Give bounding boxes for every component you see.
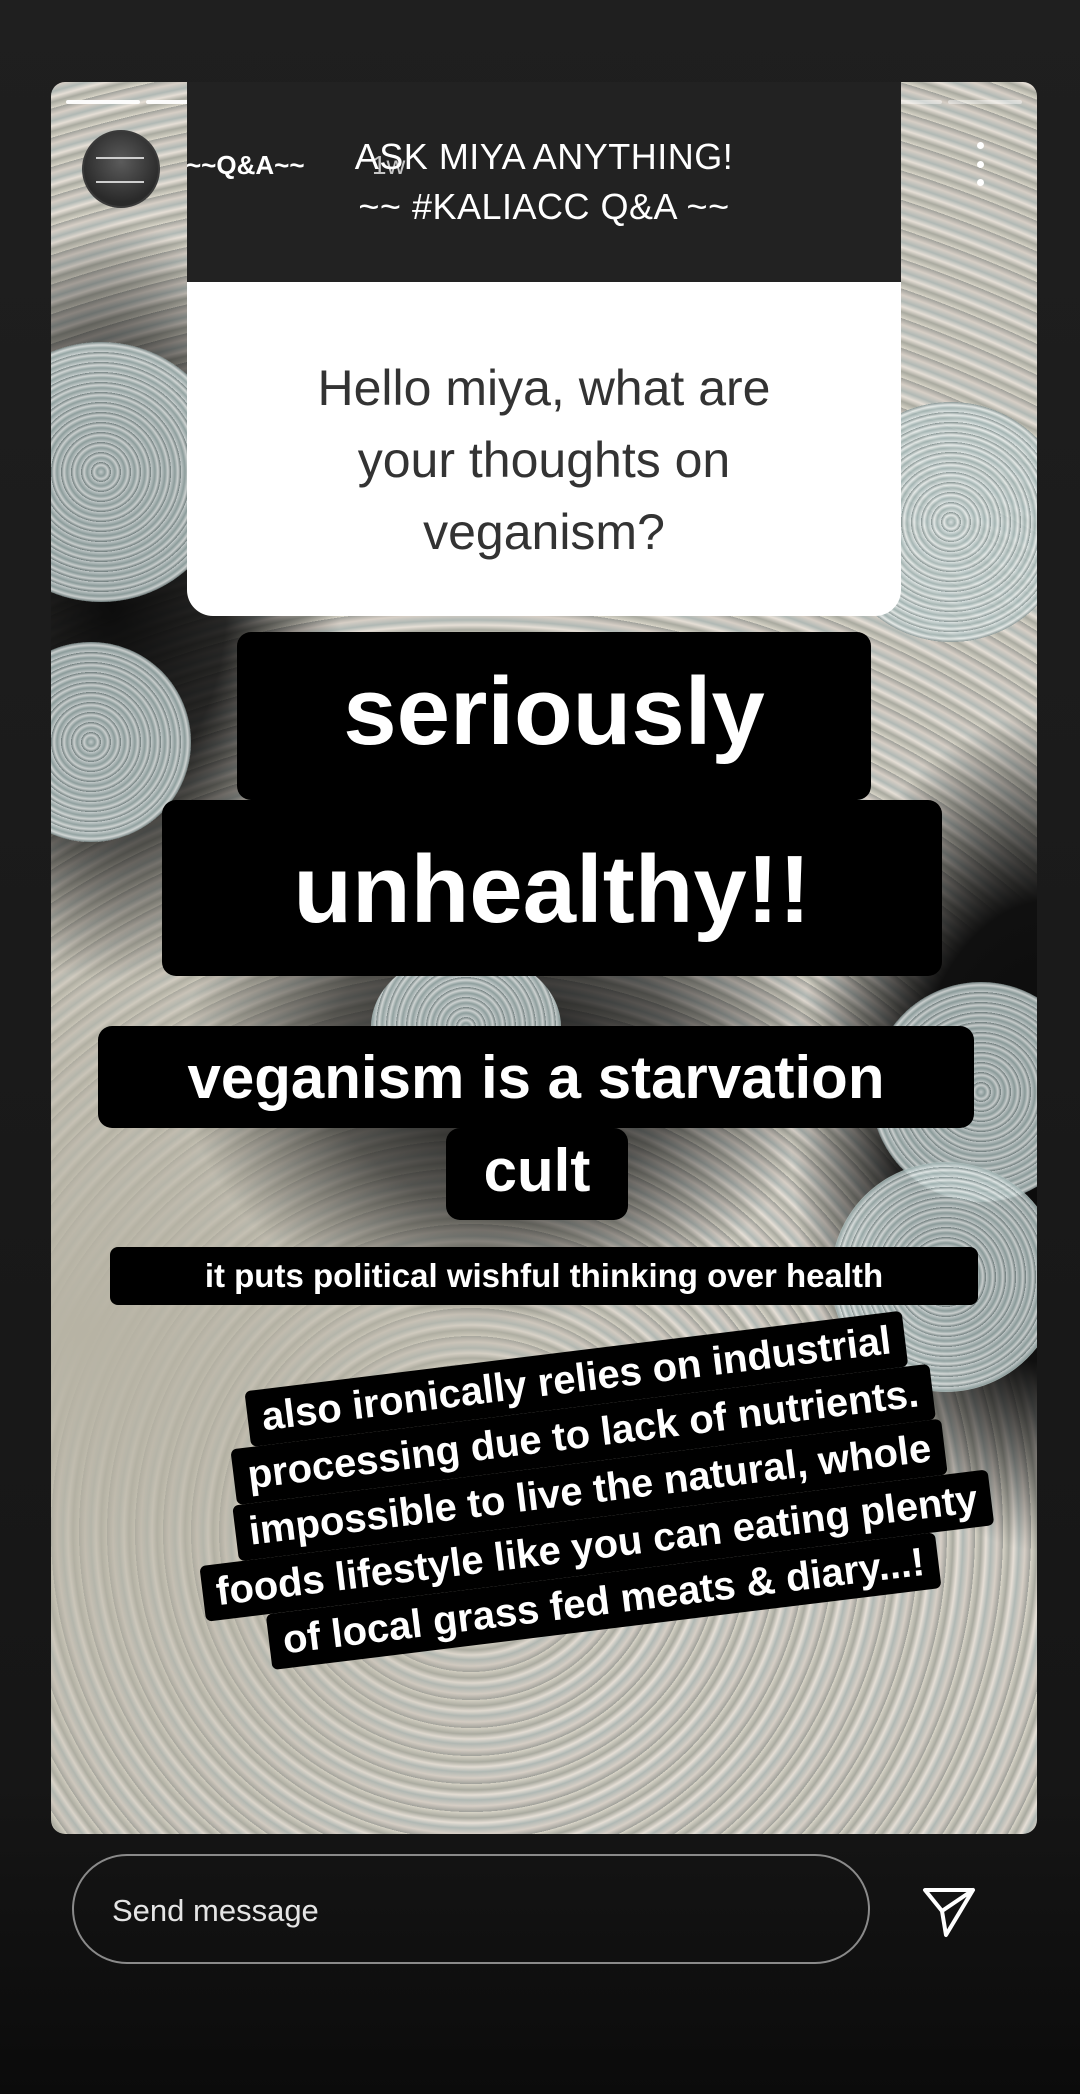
question-text-line: veganism? — [423, 504, 665, 560]
answer-text-line: veganism is a starvation — [98, 1026, 974, 1128]
send-message-field[interactable] — [72, 1854, 870, 1964]
answer-text-line: cult — [446, 1128, 628, 1220]
question-text-line: your thoughts on — [357, 432, 731, 488]
avatar-image — [96, 157, 144, 183]
progress-segment — [947, 100, 1023, 104]
story-timestamp: 1w — [372, 150, 406, 180]
story-screen: ~~Q&A~~ 1w ASK MIYA ANYTHING! ~~ #KALIAC… — [0, 0, 1080, 2094]
question-text-line: Hello miya, what are — [317, 360, 771, 416]
more-vertical-icon[interactable] — [960, 142, 1000, 186]
answer-text-line: seriously — [237, 632, 871, 800]
send-icon[interactable] — [920, 1882, 978, 1940]
story-username[interactable]: ~~Q&A~~ — [186, 150, 305, 181]
question-body: Hello miya, what are your thoughts on ve… — [187, 282, 901, 616]
question-header-line: ~~ #KALIACC Q&A ~~ — [358, 186, 730, 227]
answer-text-line: it puts political wishful thinking over … — [110, 1247, 978, 1305]
progress-segment — [66, 100, 141, 104]
question-header: ASK MIYA ANYTHING! ~~ #KALIACC Q&A ~~ — [187, 82, 901, 282]
avatar[interactable] — [82, 130, 160, 208]
send-message-input[interactable] — [110, 1882, 814, 1940]
answer-text-line: unhealthy!! — [162, 800, 942, 976]
